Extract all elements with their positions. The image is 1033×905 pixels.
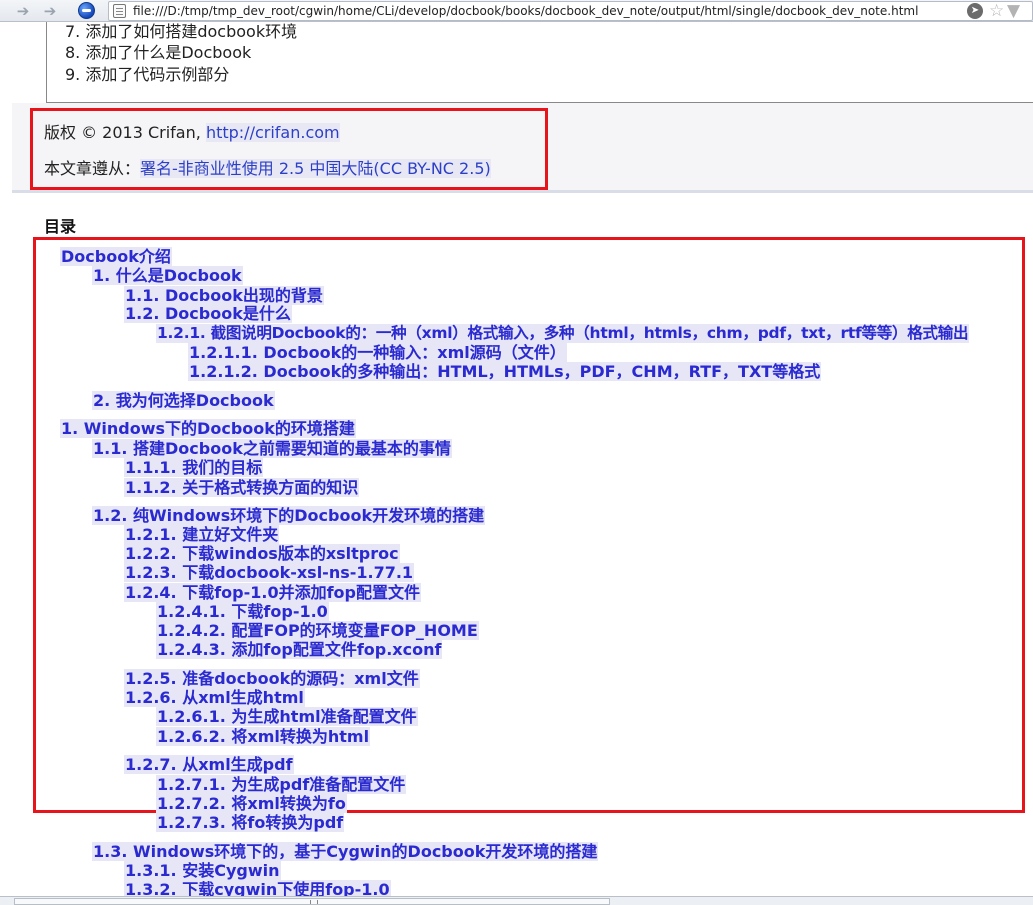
revision-history: 7. 添加了如何搭建docbook环境 8. 添加了什么是Docbook 9. … <box>46 22 1033 103</box>
toc-link[interactable]: 1.2.4. 下载fop-1.0并添加fop配置文件 <box>124 583 422 602</box>
go-icon[interactable]: ➤ <box>967 3 983 19</box>
toc-link[interactable]: 1.2.7. 从xml生成pdf <box>124 755 294 774</box>
toc-link[interactable]: 1.2.6. 从xml生成html <box>124 688 305 707</box>
toc-link[interactable]: 1.2.1.1. Docbook的一种输入：xml源码（文件） <box>188 343 567 362</box>
toc-link[interactable]: 2. 我为何选择Docbook <box>92 391 275 410</box>
scrollbar-thumb[interactable] <box>14 898 610 905</box>
copyright-text: 版权 © 2013 Crifan, <box>44 123 206 142</box>
toc-link[interactable]: 1.2.7.3. 将fo转换为pdf <box>156 813 345 832</box>
horizontal-scrollbar[interactable] <box>0 896 1033 905</box>
toc-link[interactable]: 1.1. Docbook出现的背景 <box>124 286 324 305</box>
copyright-line: 版权 © 2013 Crifan, http://crifan.com <box>44 123 340 143</box>
toc-link[interactable]: 1.2.6.1. 为生成html准备配置文件 <box>156 707 418 726</box>
license-prefix: 本文章遵从： <box>44 159 141 178</box>
globe-icon[interactable] <box>78 2 95 19</box>
toc-link[interactable]: 1.2.1. 建立好文件夹 <box>124 525 280 544</box>
toc-link[interactable]: 1.2.7.2. 将xml转换为fo <box>156 794 347 813</box>
revision-item: 8. 添加了什么是Docbook <box>65 43 252 62</box>
toc-link[interactable]: 1.1.2. 关于格式转换方面的知识 <box>124 478 360 497</box>
license-line: 本文章遵从：署名-非商业性使用 2.5 中国大陆(CC BY-NC 2.5) <box>44 159 491 179</box>
toc-link[interactable]: 1.2.1. 截图说明Docbook的：一种（xml）格式输入，多种（html，… <box>156 324 970 343</box>
forward-arrow-icon[interactable]: ➔ <box>41 2 59 20</box>
address-bar[interactable]: file:///D:/tmp/tmp_dev_root/cgwin/home/C… <box>108 1 1033 21</box>
toc-link[interactable]: 1.2.1.2. Docbook的多种输出：HTML，HTMLs，PDF，CHM… <box>188 362 822 381</box>
crifan-link[interactable]: http://crifan.com <box>205 123 340 142</box>
revision-item: 9. 添加了代码示例部分 <box>65 65 230 84</box>
toc-link[interactable]: 1.2.4.2. 配置FOP的环境变量FOP_HOME <box>156 621 479 640</box>
toc-link[interactable]: 1.2. 纯Windows环境下的Docbook开发环境的搭建 <box>92 506 486 525</box>
revision-item: 7. 添加了如何搭建docbook环境 <box>65 22 298 41</box>
toc-link[interactable]: Docbook介绍 <box>60 247 172 266</box>
dropdown-icon[interactable]: ▼ <box>1007 1 1020 21</box>
toc-link[interactable]: 1.2.6.2. 将xml转换为html <box>156 727 371 746</box>
url-text[interactable]: file:///D:/tmp/tmp_dev_root/cgwin/home/C… <box>133 4 918 18</box>
toc-link[interactable]: 1.3.1. 安装Cygwin <box>124 861 281 880</box>
toc-link[interactable]: 1. Windows下的Docbook的环境搭建 <box>60 419 356 438</box>
back-arrow-icon[interactable]: ➔ <box>14 2 32 20</box>
toc-link[interactable]: 1. 什么是Docbook <box>92 266 243 285</box>
page-icon <box>113 4 126 18</box>
toc-link[interactable]: 1.2. Docbook是什么 <box>124 304 292 323</box>
toc-link[interactable]: 1.2.7.1. 为生成pdf准备配置文件 <box>156 775 407 794</box>
toc-link[interactable]: 1.1.1. 我们的目标 <box>124 458 264 477</box>
toc-title: 目录 <box>44 217 77 236</box>
toc-link[interactable]: 1.2.4.3. 添加fop配置文件fop.xconf <box>156 640 443 659</box>
toc-link[interactable]: 1.2.4.1. 下载fop-1.0 <box>156 602 329 621</box>
toc-link[interactable]: 1.2.2. 下载windos版本的xsltproc <box>124 544 400 563</box>
toc-link[interactable]: 1.3.2. 下载cygwin下使用fop-1.0 <box>124 880 391 896</box>
star-icon[interactable]: ☆ <box>989 1 1004 21</box>
toc-link[interactable]: 1.3. Windows环境下的，基于Cygwin的Docbook开发环境的搭建 <box>92 842 599 861</box>
toc-link[interactable]: 1.2.3. 下载docbook-xsl-ns-1.77.1 <box>124 563 415 582</box>
toc-link[interactable]: 1.1. 搭建Docbook之前需要知道的最基本的事情 <box>92 439 452 458</box>
browser-toolbar: ➔ ➔ file:///D:/tmp/tmp_dev_root/cgwin/ho… <box>0 0 1033 22</box>
license-link[interactable]: 署名-非商业性使用 2.5 中国大陆(CC BY-NC 2.5) <box>140 159 491 178</box>
toc-link[interactable]: 1.2.5. 准备docbook的源码：xml文件 <box>124 669 420 688</box>
